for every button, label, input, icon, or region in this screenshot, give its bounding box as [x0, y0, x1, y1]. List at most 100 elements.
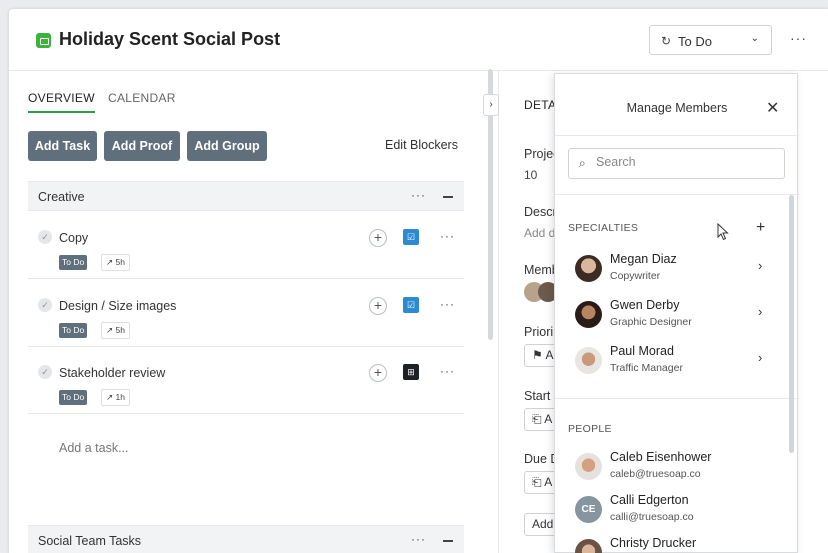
page-header: Holiday Scent Social Post ↻ To Do ⌄ ···	[9, 9, 828, 71]
add-member-icon[interactable]: +	[369, 229, 387, 247]
chevron-right-icon[interactable]: ›	[758, 350, 762, 365]
divider	[555, 194, 799, 195]
people-heading: PEOPLE	[568, 423, 612, 435]
add-specialty-icon[interactable]: +	[756, 219, 765, 237]
list-item[interactable]: Paul Morad Traffic Manager ›	[555, 340, 787, 384]
more-options-icon[interactable]: ···	[440, 364, 455, 378]
search-input[interactable]	[596, 155, 776, 169]
list-item[interactable]: CE Calli Edgerton calli@truesoap.co	[555, 489, 787, 533]
add-task-button[interactable]: Add Task	[28, 131, 97, 161]
task-check-icon: ☑	[403, 297, 419, 313]
divider	[555, 135, 799, 136]
edit-blockers-link[interactable]: Edit Blockers	[385, 138, 458, 152]
member-email: calli@truesoap.co	[610, 511, 694, 523]
popover-title: Manage Members	[626, 101, 728, 115]
tab-calendar[interactable]: CALENDAR	[108, 91, 176, 105]
member-email: caleb@truesoap.co	[610, 468, 701, 480]
estimate-value: 5h	[115, 325, 125, 335]
task-row[interactable]: ✓ Copy To Do ↗ 5h + ☑ ···	[28, 212, 464, 279]
chevron-right-icon[interactable]: ›	[758, 258, 762, 273]
checkmark-icon[interactable]: ✓	[38, 298, 52, 312]
add-member-icon[interactable]: +	[369, 297, 387, 315]
avatar: CE	[575, 496, 602, 523]
status-dropdown-value: To Do	[678, 34, 712, 49]
group-name: Creative	[38, 190, 85, 204]
start-value: A	[544, 412, 553, 426]
description-label: Descr	[524, 205, 557, 219]
task-name[interactable]: Stakeholder review	[59, 366, 165, 380]
status-badge: To Do	[59, 390, 88, 405]
avatar	[575, 301, 602, 328]
member-name: Megan Diaz	[610, 252, 677, 266]
specialties-heading: SPECIALTIES	[568, 222, 639, 234]
member-name: Calli Edgerton	[610, 493, 689, 507]
avatar	[575, 453, 602, 480]
status-badge: To Do	[59, 255, 88, 270]
chevron-right-icon[interactable]: ›	[758, 304, 762, 319]
list-item[interactable]: Gwen Derby Graphic Designer ›	[555, 294, 787, 338]
task-check-icon: ☑	[403, 229, 419, 245]
more-options-icon[interactable]: ···	[411, 188, 426, 202]
member-name: Caleb Eisenhower	[610, 450, 712, 464]
task-row[interactable]: ✓ Stakeholder review To Do ↗ 1h + ⊞ ···	[28, 347, 464, 414]
search-icon: ⌕	[579, 156, 586, 170]
proof-icon: ⊞	[403, 364, 419, 380]
member-name: Gwen Derby	[610, 298, 680, 312]
member-role: Copywriter	[610, 270, 661, 282]
close-icon[interactable]: ✕	[766, 98, 779, 118]
chevron-right-icon[interactable]: ›	[483, 94, 499, 116]
list-item[interactable]: Caleb Eisenhower caleb@truesoap.co	[555, 446, 787, 490]
list-item[interactable]: Megan Diaz Copywriter ›	[555, 248, 787, 292]
collapse-icon[interactable]	[443, 196, 453, 198]
more-options-icon[interactable]: ···	[790, 30, 807, 46]
project-value: 10	[524, 168, 538, 182]
estimate-value: 1h	[115, 392, 125, 402]
group-header: Social Team Tasks ···	[28, 525, 464, 553]
checkmark-icon[interactable]: ✓	[38, 230, 52, 244]
checkmark-icon[interactable]: ✓	[38, 365, 52, 379]
add-proof-button[interactable]: Add Proof	[104, 131, 180, 161]
start-label: Start	[524, 389, 551, 403]
list-item[interactable]: Christy Drucker	[555, 532, 787, 553]
more-options-icon[interactable]: ···	[440, 229, 455, 243]
tab-overview[interactable]: OVERVIEW	[28, 91, 95, 113]
task-name[interactable]: Copy	[59, 231, 88, 245]
due-value: A	[544, 475, 553, 489]
manage-members-popover: Manage Members ✕ ⌕ SPECIALTIES + Megan D…	[554, 73, 799, 553]
chevron-down-icon: ⌄	[750, 33, 759, 44]
calendar-icon: ⎗	[532, 475, 542, 489]
member-name: Christy Drucker	[610, 536, 697, 550]
add-task-input[interactable]: Add a task...	[59, 441, 128, 455]
status-dropdown[interactable]: ↻ To Do ⌄	[649, 25, 772, 55]
mouse-cursor-icon	[717, 223, 729, 241]
more-options-icon[interactable]: ···	[440, 297, 455, 311]
avatar	[575, 347, 602, 374]
estimate-icon: ↗	[106, 257, 114, 267]
priority-label: Priori	[524, 325, 554, 339]
divider	[555, 398, 799, 399]
estimate-badge: ↗ 5h	[101, 254, 130, 271]
status-cycle-icon: ↻	[661, 34, 672, 48]
task-name[interactable]: Design / Size images	[59, 299, 176, 313]
description-value[interactable]: Add d	[524, 226, 555, 240]
estimate-badge: ↗ 1h	[101, 389, 130, 406]
group-header: Creative ···	[28, 181, 464, 211]
flag-icon: ⚑	[532, 348, 543, 362]
member-role: Graphic Designer	[610, 316, 692, 328]
scrollbar[interactable]	[789, 195, 794, 453]
priority-value: A	[545, 348, 554, 362]
group-name: Social Team Tasks	[38, 534, 142, 548]
page-title: Holiday Scent Social Post	[59, 29, 281, 49]
add-group-button[interactable]: Add Group	[187, 131, 267, 161]
task-row[interactable]: ✓ Design / Size images To Do ↗ 5h + ☑ ··…	[28, 280, 464, 347]
more-options-icon[interactable]: ···	[411, 532, 426, 546]
avatar	[575, 539, 602, 553]
app-window: Holiday Scent Social Post ↻ To Do ⌄ ··· …	[9, 9, 828, 553]
collapse-icon[interactable]	[443, 540, 453, 542]
search-box[interactable]: ⌕	[568, 148, 785, 179]
calendar-icon: ⎗	[532, 412, 542, 426]
estimate-icon: ↗	[106, 325, 114, 335]
add-member-icon[interactable]: +	[369, 364, 387, 382]
member-role: Traffic Manager	[610, 362, 683, 374]
avatar	[575, 255, 602, 282]
